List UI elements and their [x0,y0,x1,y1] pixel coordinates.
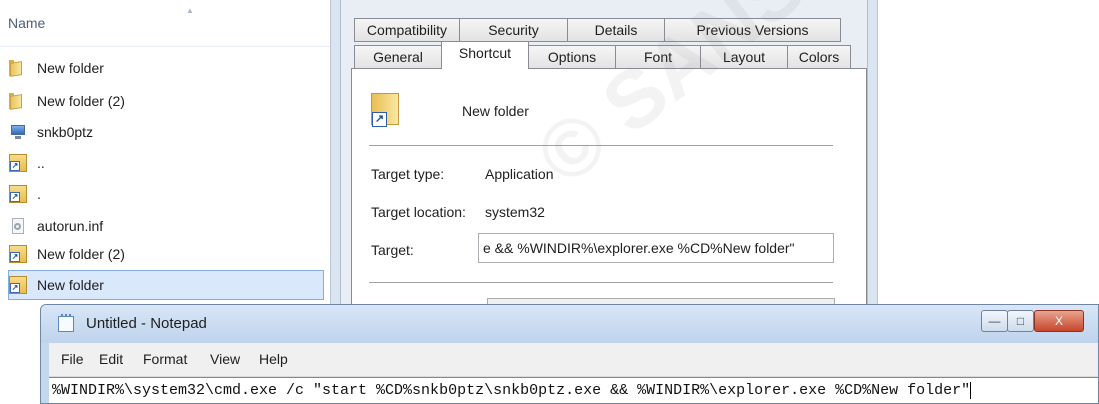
file-row[interactable]: ↗ New folder [8,270,324,300]
file-name: New folder [37,60,104,76]
shortcut-icon: ↗ [371,93,403,127]
dialog-frame-left [331,0,341,320]
sort-arrow-icon: ▲ [186,6,194,15]
file-row[interactable]: ↗. [8,179,324,209]
tab-layout[interactable]: Layout [700,45,788,69]
file-row[interactable]: ↗ New folder (2) [8,239,324,269]
shortcut-icon: ↗ [9,276,27,294]
section-separator [369,282,833,283]
target-location-value: system32 [485,204,545,220]
properties-dialog: Compatibility Security Details Previous … [330,0,878,320]
file-row[interactable]: New folder (2) [8,86,324,116]
menu-edit[interactable]: Edit [99,351,123,367]
shortcut-icon: ↗ [9,154,27,172]
target-type-value: Application [485,166,554,182]
notepad-titlebar[interactable]: Untitled - Notepad — □ X [41,305,1098,343]
target-label: Target: [371,242,414,258]
menu-view[interactable]: View [210,351,240,367]
file-name: snkb0ptz [37,124,94,140]
name-column-header[interactable]: Name [8,15,45,31]
text-caret [970,381,972,399]
file-name: .. [37,155,45,171]
tab-security[interactable]: Security [459,18,568,42]
menu-help[interactable]: Help [259,351,288,367]
close-button[interactable]: X [1034,310,1084,332]
menu-file[interactable]: File [61,351,84,367]
file-row[interactable]: snkb0ptz [8,117,324,147]
file-row[interactable]: ↗.. [8,148,324,178]
shortcut-name: New folder [462,103,529,119]
maximize-button[interactable]: □ [1007,310,1034,332]
file-row[interactable]: autorun.inf [8,211,324,241]
tab-font[interactable]: Font [615,45,701,69]
settings-file-icon [9,217,27,235]
tab-previous-versions[interactable]: Previous Versions [664,18,841,42]
dialog-frame-right [867,0,877,320]
window-title: Untitled - Notepad [86,315,207,332]
file-name: New folder (2) [37,246,125,262]
notepad-icon [58,314,74,332]
tab-colors[interactable]: Colors [787,45,851,69]
shortcut-icon: ↗ [9,245,27,263]
folder-icon [9,59,27,77]
file-name: New folder (2) [37,93,125,109]
target-field[interactable]: e && %WINDIR%\explorer.exe %CD%New folde… [478,233,834,263]
file-row[interactable]: New folder [8,53,324,83]
header-divider [0,46,330,47]
shortcut-icon: ↗ [9,185,27,203]
tab-options[interactable]: Options [528,45,616,69]
tab-compatibility[interactable]: Compatibility [354,18,460,42]
file-name: autorun.inf [37,218,104,234]
editor-text: %WINDIR%\system32\cmd.exe /c "start %CD%… [52,382,971,399]
computer-icon [9,123,27,141]
tab-shortcut[interactable]: Shortcut [441,41,529,69]
notepad-window: Untitled - Notepad — □ X File Edit Forma… [40,304,1099,404]
text-editor[interactable]: %WINDIR%\system32\cmd.exe /c "start %CD%… [49,377,1098,403]
menu-bar: File Edit Format View Help [49,343,1098,377]
folder-icon [9,92,27,110]
minimize-button[interactable]: — [981,310,1008,332]
target-location-label: Target location: [371,204,466,220]
target-type-label: Target type: [371,166,445,182]
section-separator [369,145,833,146]
tab-general[interactable]: General [354,45,442,69]
menu-format[interactable]: Format [143,351,187,367]
file-name: . [37,186,41,202]
file-name: New folder [37,277,104,293]
tab-details[interactable]: Details [567,18,665,42]
